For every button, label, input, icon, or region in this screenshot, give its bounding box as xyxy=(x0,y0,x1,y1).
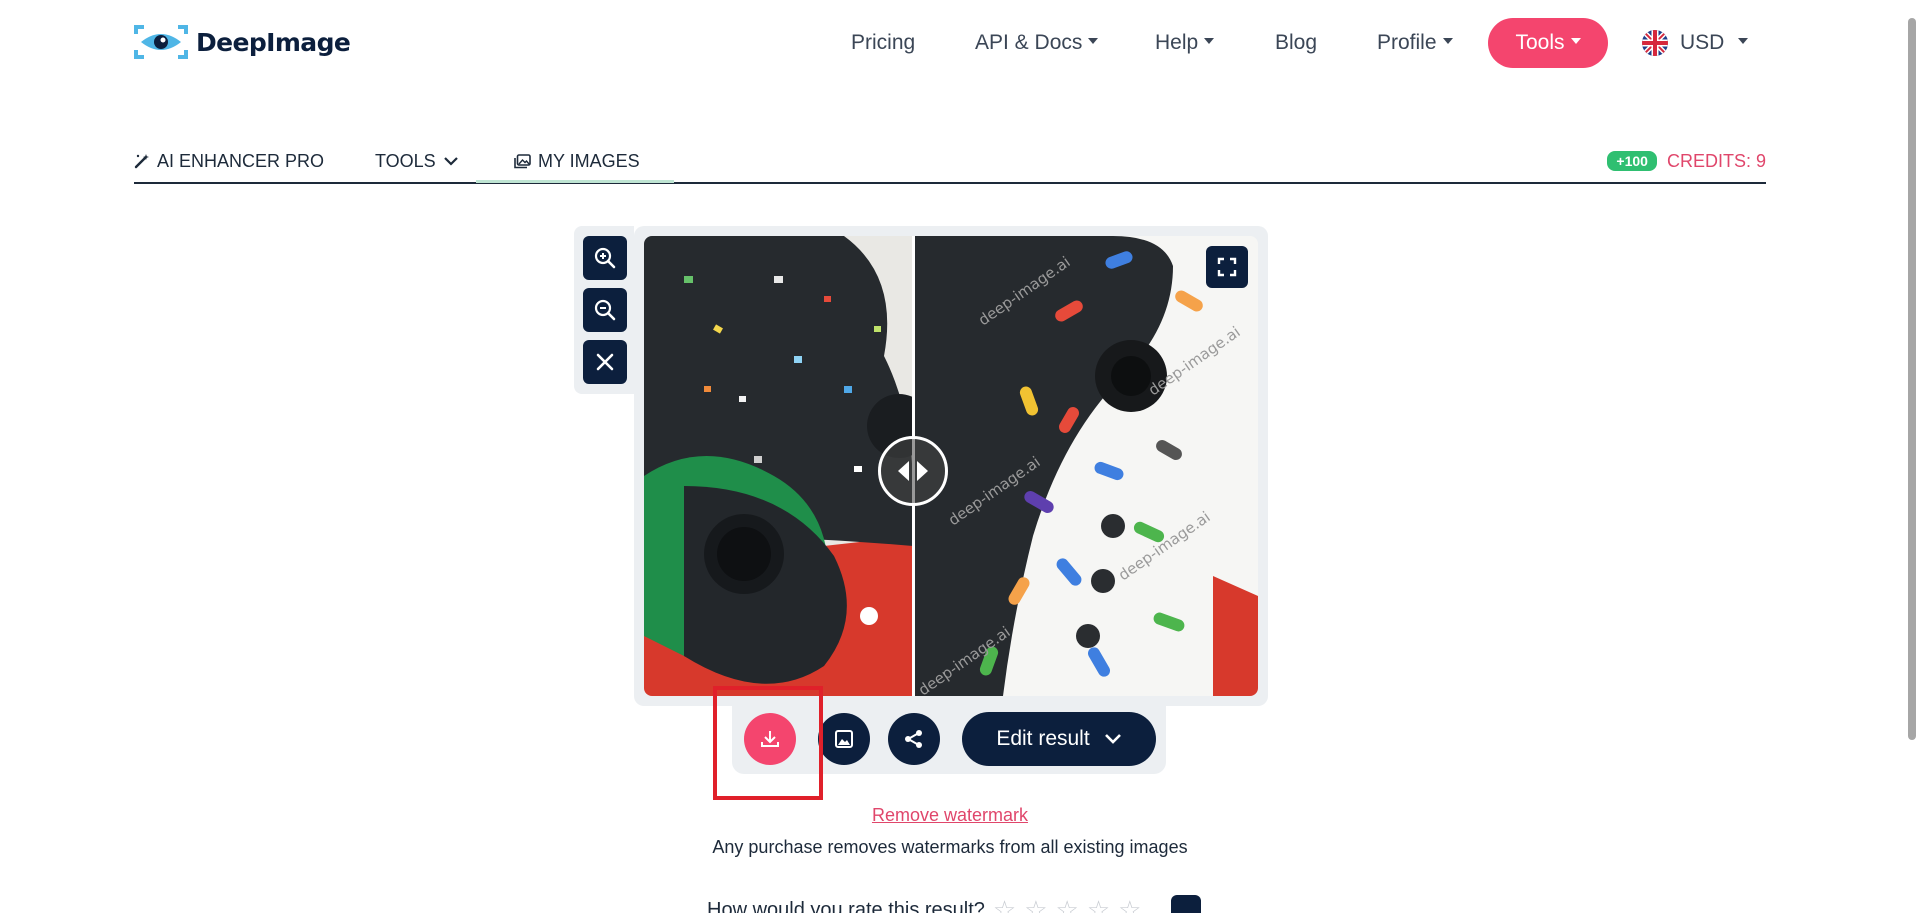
currency-label: USD xyxy=(1680,31,1725,54)
nav-profile[interactable]: Profile xyxy=(1377,18,1453,68)
caret-down-icon xyxy=(1442,38,1453,44)
image-viewer: deep-image.ai deep-image.ai deep-image.a… xyxy=(574,226,1268,706)
chevron-down-icon xyxy=(1104,734,1121,744)
star-2[interactable]: ☆ xyxy=(1024,895,1047,913)
nav-blog[interactable]: Blog xyxy=(1275,18,1317,68)
rating-question: How would you rate this result? xyxy=(707,898,985,913)
before-after-comparison[interactable]: deep-image.ai deep-image.ai deep-image.a… xyxy=(644,236,1258,696)
nav-blog-label: Blog xyxy=(1275,31,1318,54)
edit-result-label: Edit result xyxy=(996,727,1090,750)
nav-tools-label: Tools xyxy=(1515,31,1565,54)
nav-help-label: Help xyxy=(1155,31,1199,54)
tab-my-images[interactable]: MY IMAGES xyxy=(514,140,640,182)
uk-flag-icon xyxy=(1642,30,1668,56)
zoom-in-button[interactable] xyxy=(583,236,627,280)
edit-result-button[interactable]: Edit result xyxy=(962,712,1156,766)
active-tab-indicator xyxy=(476,180,674,183)
credits-info: +100 CREDITS: 9 xyxy=(1607,140,1766,182)
caret-down-icon xyxy=(1204,38,1215,44)
zoom-out-icon xyxy=(594,299,616,321)
top-nav: Pricing API & Docs Help Blog Profile Too… xyxy=(0,18,1920,68)
tab-tools[interactable]: TOOLS xyxy=(375,140,459,182)
zoom-in-icon xyxy=(594,247,616,269)
image-icon xyxy=(835,730,853,748)
nav-profile-label: Profile xyxy=(1377,31,1437,54)
result-actions-bar: Edit result xyxy=(732,704,1166,774)
rating-row: How would you rate this result? ☆ ☆ ☆ ☆ … xyxy=(707,895,1202,913)
currency-selector[interactable]: USD xyxy=(1642,18,1749,68)
report-flag-button[interactable] xyxy=(1171,895,1202,913)
caret-down-icon xyxy=(1570,38,1581,44)
star-3[interactable]: ☆ xyxy=(1056,895,1079,913)
download-button[interactable] xyxy=(744,713,796,765)
chevron-down-icon xyxy=(443,157,458,166)
zoom-out-button[interactable] xyxy=(583,288,627,332)
nav-help[interactable]: Help xyxy=(1155,18,1215,68)
credits-count: CREDITS: 9 xyxy=(1666,150,1766,171)
magic-wand-icon xyxy=(134,154,149,169)
purchase-note: Any purchase removes watermarks from all… xyxy=(712,837,1188,857)
set-as-image-button[interactable] xyxy=(818,713,870,765)
star-1[interactable]: ☆ xyxy=(993,895,1016,913)
page-scrollbar[interactable] xyxy=(1908,18,1916,740)
nav-api-docs[interactable]: API & Docs xyxy=(975,18,1099,68)
close-viewer-button[interactable] xyxy=(583,340,627,384)
nav-pricing-label: Pricing xyxy=(851,31,916,54)
bonus-credits-badge[interactable]: +100 xyxy=(1607,151,1657,171)
close-icon xyxy=(596,353,614,371)
nav-pricing[interactable]: Pricing xyxy=(851,18,915,68)
tabs-bar: AI ENHANCER PRO TOOLS MY IMAGES +100 CRE… xyxy=(134,140,1766,184)
star-4[interactable]: ☆ xyxy=(1087,895,1110,913)
arrows-left-right-icon xyxy=(898,461,928,481)
fullscreen-button[interactable] xyxy=(1206,246,1248,288)
fullscreen-icon xyxy=(1217,257,1237,277)
tab-my-images-label: MY IMAGES xyxy=(538,150,640,171)
comparison-slider-handle[interactable] xyxy=(878,436,948,506)
original-image xyxy=(644,236,913,696)
star-5[interactable]: ☆ xyxy=(1118,895,1141,913)
enhanced-image: deep-image.ai deep-image.ai deep-image.a… xyxy=(913,236,1258,696)
tab-tools-label: TOOLS xyxy=(375,150,436,171)
caret-down-icon xyxy=(1738,38,1749,44)
viewer-toolbar xyxy=(574,226,634,394)
nav-tools-button[interactable]: Tools xyxy=(1488,18,1608,68)
images-icon xyxy=(514,153,531,168)
download-icon xyxy=(761,731,779,747)
tab-ai-enhancer-pro[interactable]: AI ENHANCER PRO xyxy=(134,140,324,182)
tab-ai-enhancer-pro-label: AI ENHANCER PRO xyxy=(157,150,325,171)
remove-watermark-link[interactable]: Remove watermark xyxy=(872,805,1028,825)
share-icon xyxy=(905,730,922,748)
caret-down-icon xyxy=(1088,38,1099,44)
nav-api-docs-label: API & Docs xyxy=(975,31,1083,54)
share-button[interactable] xyxy=(888,713,940,765)
remove-watermark-row: Remove watermark xyxy=(0,805,1900,826)
